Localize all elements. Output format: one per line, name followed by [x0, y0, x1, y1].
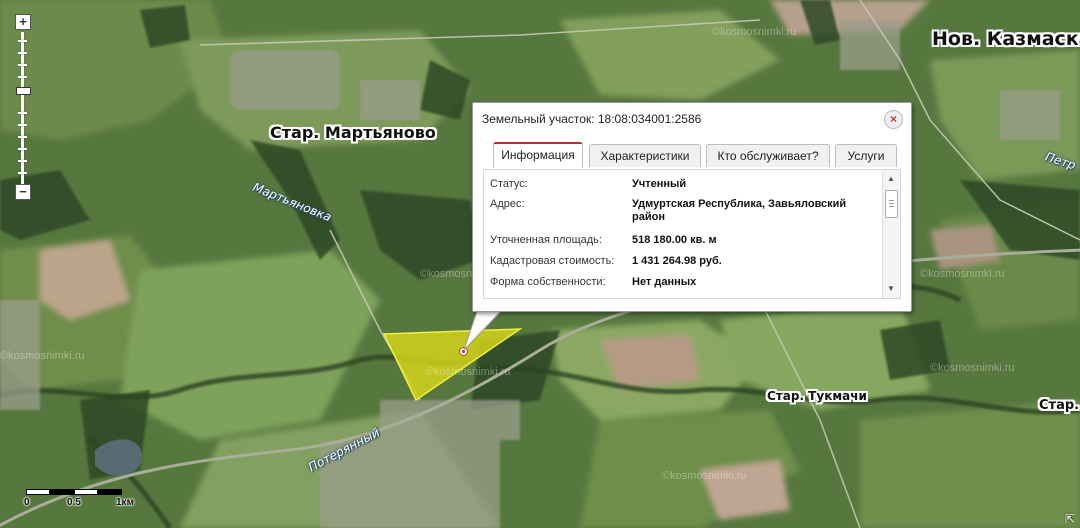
zoom-tick: [18, 148, 27, 150]
zoom-tick: [18, 76, 27, 78]
watermark: ©kosmosnimki.ru: [712, 26, 797, 38]
popup-title: Земельный участок: 18:08:034001:2586: [482, 112, 702, 126]
tab-information[interactable]: Информация: [493, 142, 583, 168]
zoom-slider-handle[interactable]: [16, 87, 31, 96]
info-scrollbar[interactable]: ▲ ▼: [882, 170, 900, 298]
area-label: Уточненная площадь:: [490, 234, 602, 246]
scale-label-0: 0: [24, 497, 30, 508]
scrollbar-thumb[interactable]: [885, 190, 898, 218]
status-value: Учтенный: [632, 178, 687, 190]
tab-characteristics[interactable]: Характеристики: [589, 144, 701, 167]
place-nov-kazmaska: Нов. Казмаска: [932, 28, 1080, 50]
watermark: ©kosmosnimki.ru: [920, 268, 1005, 280]
zoom-tick: [18, 40, 27, 42]
scale-label-mid: 0.5: [67, 497, 81, 508]
grip-line: [889, 203, 894, 204]
address-label: Адрес:: [490, 198, 525, 210]
scale-segment: [26, 489, 50, 495]
ownership-value: Нет данных: [632, 276, 697, 288]
cadastral-value: 1 431 264.98 руб.: [632, 255, 722, 267]
zoom-tick: [18, 160, 27, 162]
scale-segment: [74, 489, 98, 495]
address-value: Удмуртская Республика, Завьяловский райо…: [632, 198, 847, 223]
grip-line: [889, 200, 894, 201]
tab-who-serves[interactable]: Кто обслуживает?: [706, 144, 830, 167]
scale-segment: [50, 489, 74, 495]
scroll-down-icon[interactable]: ▼: [887, 284, 895, 293]
close-icon[interactable]: ×: [884, 110, 903, 129]
resize-icon[interactable]: ⇱: [1065, 513, 1077, 525]
scroll-up-icon[interactable]: ▲: [887, 174, 895, 183]
zoom-tick: [18, 136, 27, 138]
watermark: ©kosmosnimki.ru: [662, 470, 747, 482]
place-star-martyanovo: Стар. Мартьяново: [270, 123, 436, 142]
zoom-in-button[interactable]: +: [15, 14, 31, 30]
zoom-tick: [18, 52, 27, 54]
cadastral-value-label: Кадастровая стоимость:: [490, 255, 615, 267]
grip-line: [889, 206, 894, 207]
parcel-info-popup: Земельный участок: 18:08:034001:2586 × И…: [472, 102, 912, 312]
popup-pointer: [463, 306, 506, 351]
status-label: Статус:: [490, 178, 528, 190]
zoom-tick: [18, 64, 27, 66]
zoom-slider-track[interactable]: [18, 32, 27, 184]
scale-bar: 0 0.5 1км: [24, 486, 134, 512]
zoom-control: + −: [15, 14, 31, 200]
place-star-tukmachi: Стар. Тукмачи: [767, 389, 867, 403]
info-panel: Статус: Учтенный Адрес: Удмуртская Респу…: [483, 169, 901, 299]
scale-label-end: 1км: [116, 497, 134, 508]
zoom-tick: [18, 112, 27, 114]
zoom-tick: [18, 172, 27, 174]
watermark: ©kosmosnimki.ru: [426, 366, 511, 378]
watermark: ©kosmosnimki.ru: [930, 362, 1015, 374]
watermark: ©kosmosnimki.ru: [0, 350, 85, 362]
zoom-out-button[interactable]: −: [15, 184, 31, 200]
place-star-k: Стар. К: [1039, 398, 1080, 413]
area-value: 518 180.00 кв. м: [632, 234, 717, 246]
zoom-tick: [18, 124, 27, 126]
tab-services[interactable]: Услуги: [835, 144, 897, 167]
scale-segment: [98, 489, 122, 495]
ownership-label: Форма собственности:: [490, 276, 606, 288]
